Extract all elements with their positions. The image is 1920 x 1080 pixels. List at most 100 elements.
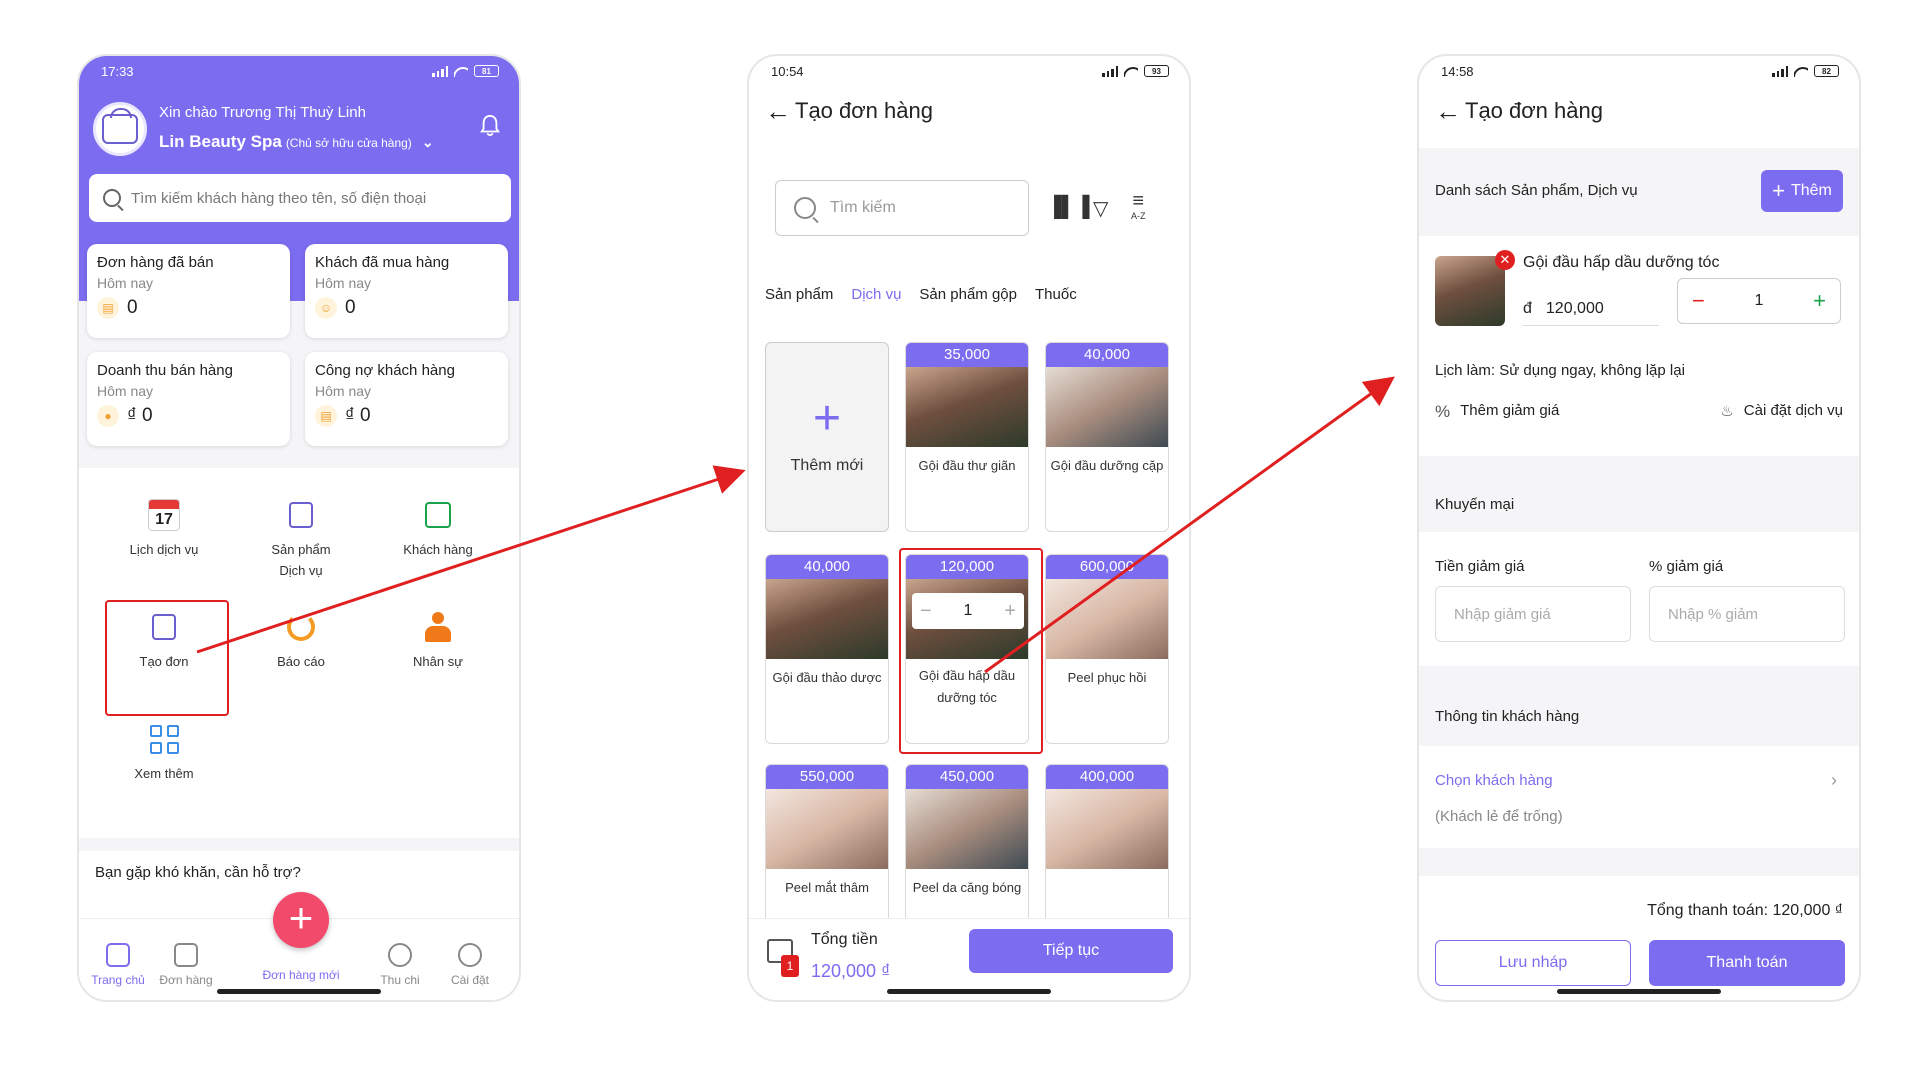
- status-time: 10:54: [771, 63, 804, 79]
- continue-button[interactable]: Tiếp tục: [969, 929, 1173, 973]
- menu-label: Khách hàng: [403, 542, 473, 557]
- item-quantity-stepper[interactable]: − 1 +: [1677, 278, 1841, 324]
- menu-report[interactable]: Báo cáo: [236, 610, 366, 669]
- help-text[interactable]: Bạn gặp khó khăn, cần hỗ trợ?: [95, 864, 301, 881]
- home-icon: [106, 943, 130, 967]
- service-name: [1046, 869, 1168, 877]
- chevron-right-icon[interactable]: ›: [1831, 770, 1837, 791]
- walkin-hint: (Khách lẻ để trống): [1435, 808, 1563, 825]
- new-order-tab-label[interactable]: Đơn hàng mới: [241, 968, 361, 982]
- menu-customers[interactable]: Khách hàng: [373, 498, 503, 557]
- add-discount-link[interactable]: % Thêm giảm giá: [1435, 402, 1559, 422]
- status-time: 17:33: [101, 63, 134, 79]
- discount-amount-input[interactable]: Nhập giảm giá: [1435, 586, 1631, 642]
- status-time: 14:58: [1441, 63, 1474, 79]
- menu-label: Báo cáo: [277, 654, 325, 669]
- new-order-fab[interactable]: +: [273, 892, 329, 948]
- wifi-icon: [454, 66, 468, 77]
- stat-orders-sold[interactable]: Đơn hàng đã bán Hôm nay ▤ 0: [87, 244, 290, 338]
- menu-more[interactable]: Xem thêm: [99, 722, 229, 781]
- item-price: 120,000: [1545, 299, 1604, 317]
- service-price: 600,000: [1046, 555, 1168, 579]
- stat-subtitle: Hôm nay: [315, 275, 372, 291]
- plus-icon: +: [812, 392, 842, 445]
- tab-settings[interactable]: Cài đặt: [435, 943, 505, 987]
- service-settings-link[interactable]: ♨ Cài đặt dịch vụ: [1720, 402, 1843, 420]
- tab-income-expense[interactable]: Thu chi: [365, 943, 435, 987]
- bell-icon[interactable]: [479, 114, 501, 138]
- clipboard-icon: ▤: [97, 297, 119, 319]
- calendar-day: 17: [155, 511, 173, 528]
- menu-schedule[interactable]: 17 Lịch dịch vụ: [99, 498, 229, 557]
- staff-icon: [421, 610, 455, 644]
- add-new-label: Thêm mới: [790, 457, 864, 474]
- discount-percent-placeholder: Nhập % giảm: [1668, 605, 1759, 623]
- service-name: Peel phục hồi: [1067, 670, 1147, 685]
- pay-button[interactable]: Thanh toán: [1649, 940, 1845, 986]
- add-new-service-card[interactable]: + Thêm mới: [765, 342, 889, 532]
- minus-icon[interactable]: −: [1692, 288, 1705, 314]
- add-item-button[interactable]: + Thêm: [1761, 170, 1843, 212]
- barcode-icon[interactable]: ▐▌▐: [1047, 196, 1090, 219]
- pie-chart-icon: [284, 610, 318, 644]
- menu-products-services[interactable]: Sản phẩm Dịch vụ: [236, 498, 366, 578]
- percent-icon: %: [1435, 402, 1451, 421]
- home-indicator: [217, 989, 381, 994]
- discount-amount-label: Tiền giảm giá: [1435, 558, 1525, 575]
- service-card[interactable]: 40,000 Gội đầu dưỡng cặp: [1045, 342, 1169, 532]
- service-card[interactable]: 40,000 Gội đầu thảo dược: [765, 554, 889, 744]
- shop-selector[interactable]: Lin Beauty Spa (Chủ sở hữu cửa hàng) ⌄: [159, 132, 434, 152]
- service-price: 40,000: [1046, 343, 1168, 367]
- tab-orders[interactable]: Đơn hàng: [151, 943, 221, 987]
- stat-value: 0: [345, 297, 356, 318]
- back-arrow-icon[interactable]: ←: [1435, 98, 1461, 124]
- tab-bundles[interactable]: Sản phẩm gộp: [919, 286, 1017, 303]
- tab-services[interactable]: Dịch vụ: [851, 286, 901, 303]
- tab-medicine[interactable]: Thuốc: [1035, 286, 1077, 303]
- sort-az-button[interactable]: ≡ A-Z: [1131, 190, 1146, 221]
- service-price: 35,000: [906, 343, 1028, 367]
- item-name: Gội đầu hấp dầu dưỡng tóc: [1523, 254, 1720, 271]
- section-divider: [1419, 848, 1859, 876]
- page-title: Tạo đơn hàng: [1465, 98, 1603, 123]
- chevron-down-icon: ⌄: [421, 134, 434, 150]
- remove-item-icon[interactable]: ✕: [1495, 250, 1515, 270]
- discount-percent-input[interactable]: Nhập % giảm: [1649, 586, 1845, 642]
- stat-subtitle: Hôm nay: [315, 383, 372, 399]
- wifi-icon: [1124, 66, 1138, 77]
- service-card[interactable]: 35,000 Gội đầu thư giãn: [905, 342, 1029, 532]
- tab-products[interactable]: Sản phẩm: [765, 286, 833, 303]
- currency-symbol: đ: [1523, 299, 1532, 317]
- total-payment-text: Tổng thanh toán: 120,000 ₫: [1647, 902, 1843, 919]
- service-name: Gội đầu thảo dược: [772, 670, 882, 685]
- plus-icon[interactable]: +: [1813, 288, 1826, 314]
- customer-info-title: Thông tin khách hàng: [1435, 708, 1580, 725]
- item-price-field[interactable]: đ 120,000: [1523, 292, 1659, 326]
- tutorial-canvas: 17:33 81 Xin chào Trương Thị Thuỳ Linh L…: [0, 0, 1920, 1080]
- battery-icon: 93: [1144, 65, 1169, 77]
- stat-customer-debt[interactable]: Công nợ khách hàng Hôm nay ▤ ₫ 0: [305, 352, 508, 446]
- page-title: Tạo đơn hàng: [795, 98, 933, 123]
- create-order-highlight: [105, 600, 229, 716]
- search-icon: [794, 197, 816, 219]
- search-icon: [103, 189, 121, 207]
- save-draft-button[interactable]: Lưu nháp: [1435, 940, 1631, 986]
- stat-revenue[interactable]: Doanh thu bán hàng Hôm nay ● ₫ 0: [87, 352, 290, 446]
- customer-search-input[interactable]: Tìm kiếm khách hàng theo tên, số điện th…: [89, 174, 511, 222]
- contact-card-icon: [421, 498, 455, 532]
- stat-customers-bought[interactable]: Khách đã mua hàng Hôm nay ☺ 0: [305, 244, 508, 338]
- service-image: [1046, 579, 1168, 659]
- tab-home[interactable]: Trang chủ: [83, 943, 153, 987]
- product-search-input[interactable]: Tìm kiếm: [775, 180, 1029, 236]
- stat-value: 0: [127, 297, 138, 318]
- choose-customer-link[interactable]: Chọn khách hàng: [1435, 772, 1553, 789]
- service-card[interactable]: 600,000 Peel phục hồi: [1045, 554, 1169, 744]
- menu-label: Nhân sự: [413, 654, 463, 669]
- nav-bar: ← Tạo đơn hàng: [765, 98, 933, 124]
- menu-staff[interactable]: Nhân sự: [373, 610, 503, 669]
- service-image: [766, 789, 888, 869]
- filter-icon[interactable]: ▽: [1093, 196, 1108, 221]
- home-indicator: [887, 989, 1051, 994]
- back-arrow-icon[interactable]: ←: [765, 98, 791, 124]
- tab-label: Đơn hàng: [159, 973, 213, 987]
